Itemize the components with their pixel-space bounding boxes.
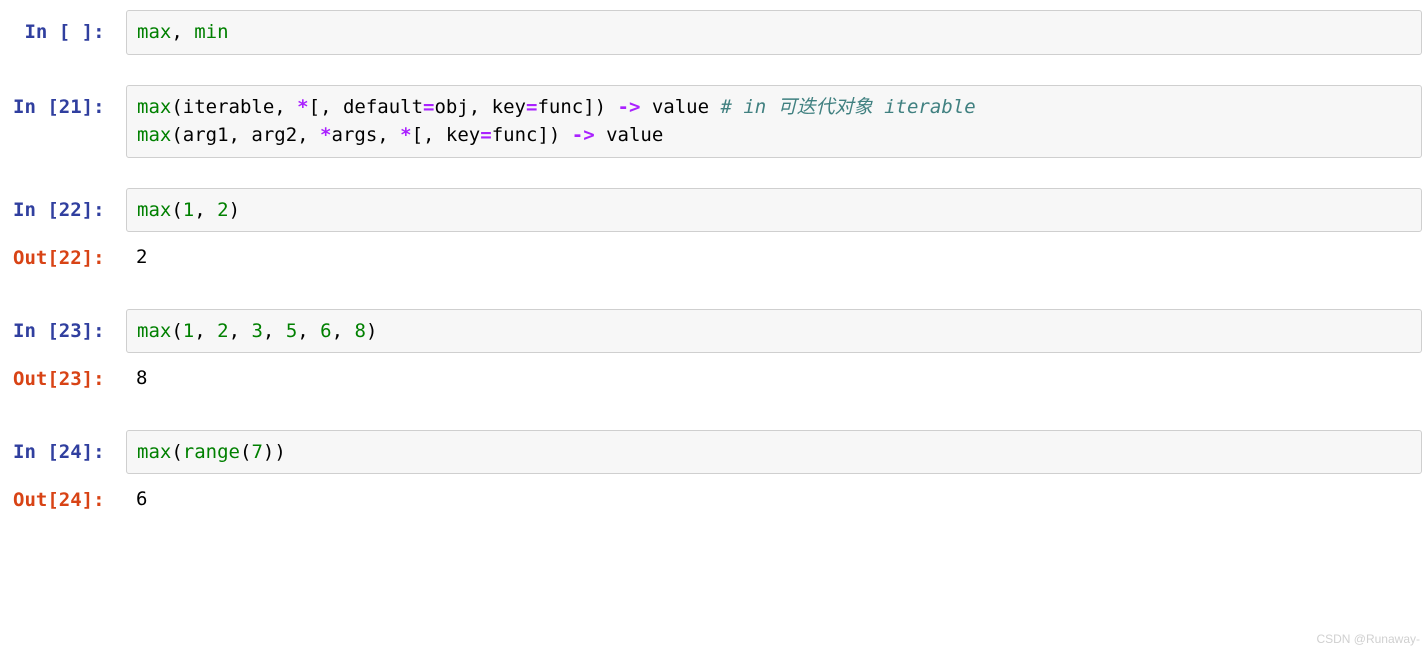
output-text: 6	[126, 478, 1422, 521]
notebook-cell: In [23]: max(1, 2, 3, 5, 6, 8)	[6, 309, 1422, 354]
code-token: =	[526, 96, 537, 118]
code-token: =	[480, 124, 491, 146]
code-token: max	[137, 21, 171, 43]
cell-gap	[6, 404, 1422, 430]
code-token: 5	[286, 320, 297, 342]
code-token: )	[229, 199, 240, 221]
code-token: value	[595, 124, 664, 146]
code-token: ,	[297, 320, 320, 342]
code-token: ,	[194, 320, 217, 342]
code-token: 6	[320, 320, 331, 342]
code-token: (iterable,	[171, 96, 297, 118]
code-token: ,	[194, 199, 217, 221]
notebook-cell: In [ ]: max, min	[6, 10, 1422, 55]
notebook-cell-output: Out[23]: 8	[6, 357, 1422, 400]
code-token: ->	[572, 124, 595, 146]
input-prompt: In [23]:	[6, 309, 126, 346]
output-prompt: Out[23]:	[6, 357, 126, 394]
code-token: 7	[251, 441, 262, 463]
output-text: 8	[126, 357, 1422, 400]
output-prompt: Out[24]:	[6, 478, 126, 515]
code-token: args,	[332, 124, 401, 146]
code-token: *	[400, 124, 411, 146]
code-token: 3	[251, 320, 262, 342]
input-prompt: In [21]:	[6, 85, 126, 122]
input-prompt: In [24]:	[6, 430, 126, 467]
code-token: *	[297, 96, 308, 118]
code-token: obj, key	[434, 96, 526, 118]
code-token: [, key	[412, 124, 481, 146]
code-input[interactable]: max(1, 2, 3, 5, 6, 8)	[126, 309, 1422, 354]
code-input[interactable]: max(1, 2)	[126, 188, 1422, 233]
watermark-text: CSDN @Runaway-	[1316, 630, 1420, 648]
code-token: 2	[217, 320, 228, 342]
notebook-cell: In [22]: max(1, 2)	[6, 188, 1422, 233]
code-token: max	[137, 320, 171, 342]
code-token: )	[366, 320, 377, 342]
code-token: (	[171, 441, 182, 463]
code-token: max	[137, 124, 171, 146]
code-token: max	[137, 441, 171, 463]
code-token: 8	[355, 320, 366, 342]
cell-gap	[6, 59, 1422, 85]
code-token: 1	[183, 320, 194, 342]
notebook-cell: In [21]: max(iterable, *[, default=obj, …	[6, 85, 1422, 158]
output-prompt: Out[22]:	[6, 236, 126, 273]
code-token: (	[240, 441, 251, 463]
code-token: ,	[263, 320, 286, 342]
code-token: [, default	[309, 96, 423, 118]
notebook-cell: In [24]: max(range(7))	[6, 430, 1422, 475]
code-token: # in 可迭代对象 iterable	[720, 96, 975, 118]
code-token: ,	[171, 21, 194, 43]
code-token: value	[640, 96, 720, 118]
code-token: (arg1, arg2,	[171, 124, 320, 146]
input-prompt: In [ ]:	[6, 10, 126, 47]
input-prompt: In [22]:	[6, 188, 126, 225]
code-token: (	[171, 320, 182, 342]
code-token: ->	[618, 96, 641, 118]
code-token: =	[423, 96, 434, 118]
code-token: max	[137, 199, 171, 221]
code-token: max	[137, 96, 171, 118]
cell-gap	[6, 162, 1422, 188]
code-token: *	[320, 124, 331, 146]
notebook-cell-output: Out[22]: 2	[6, 236, 1422, 279]
code-token: 1	[183, 199, 194, 221]
code-token: range	[183, 441, 240, 463]
code-input[interactable]: max(iterable, *[, default=obj, key=func]…	[126, 85, 1422, 158]
code-token: ,	[332, 320, 355, 342]
code-token: min	[194, 21, 228, 43]
code-input[interactable]: max(range(7))	[126, 430, 1422, 475]
notebook-cell-output: Out[24]: 6	[6, 478, 1422, 521]
cell-gap	[6, 283, 1422, 309]
code-input[interactable]: max, min	[126, 10, 1422, 55]
code-token: 2	[217, 199, 228, 221]
code-token: func])	[537, 96, 617, 118]
code-token: ))	[263, 441, 286, 463]
code-token: (	[171, 199, 182, 221]
code-token: func])	[492, 124, 572, 146]
code-token: ,	[229, 320, 252, 342]
output-text: 2	[126, 236, 1422, 279]
